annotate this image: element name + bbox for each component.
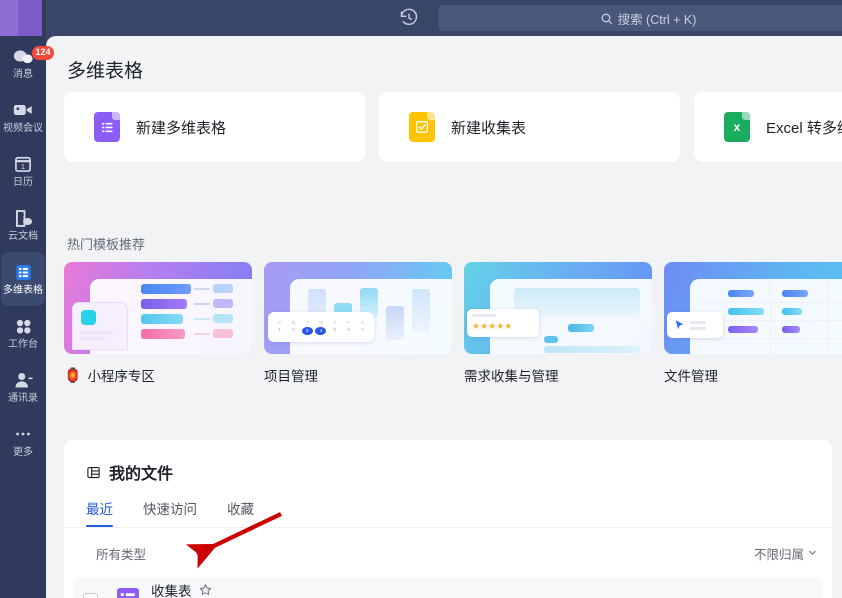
template-label: 文件管理 xyxy=(664,369,718,384)
my-files-tabs: 最近 快速访问 收藏 xyxy=(86,498,254,527)
search-placeholder: 搜索 (Ctrl + K) xyxy=(617,12,697,27)
template-name-row: 项目管理 xyxy=(264,365,452,385)
bitable-doc-icon xyxy=(94,112,120,142)
excel-to-bitable-button[interactable]: x Excel 转多维表格 xyxy=(694,92,842,162)
sidebar-item-cloud-docs[interactable]: 云文档 xyxy=(0,198,46,252)
tab-quick-access[interactable]: 快速访问 xyxy=(143,498,197,527)
main-content: 多维表格 新建多维表格 新建收集表 x Excel 转多 热门模板推荐 🏮 小程… xyxy=(46,36,842,598)
my-files-title-text: 我的文件 xyxy=(109,466,174,483)
page-title: 多维表格 xyxy=(67,61,144,82)
table-icon xyxy=(86,465,101,480)
star-rating: ★★★★★ xyxy=(472,321,513,331)
quick-actions-row: 新建多维表格 新建收集表 x Excel 转多维表格 xyxy=(64,92,842,162)
template-thumbnail: SMTWTFS 1234567 xyxy=(264,262,452,354)
rating-stars-mock: ★★★★★ xyxy=(467,309,539,337)
sidebar-item-label: 消息 xyxy=(13,69,33,80)
quick-action-label: 新建多维表格 xyxy=(136,119,227,137)
file-meta: 收集表 我的空间 xyxy=(151,580,218,598)
sidebar-item-video-meeting[interactable]: 视频会议 xyxy=(0,90,46,144)
template-card-project-mgmt[interactable]: SMTWTFS 1234567 项目管理 xyxy=(264,262,452,385)
star-outline-icon[interactable] xyxy=(199,583,212,596)
sidebar-item-bitable[interactable]: 多维表格 xyxy=(1,252,45,306)
template-card-requirements[interactable]: ★★★★★ 需求收集与管理 xyxy=(464,262,652,385)
template-label: 项目管理 xyxy=(264,369,318,384)
template-thumbnail xyxy=(664,262,842,354)
template-thumbnail xyxy=(64,262,252,354)
tab-recent[interactable]: 最近 xyxy=(86,498,113,527)
cloud-document-icon xyxy=(12,207,34,229)
tabs-divider xyxy=(64,527,832,528)
sidebar-item-label: 日历 xyxy=(13,177,33,188)
templates-row: 🏮 小程序专区 SMTWTFS 1234567 项目管理 ★★★★★ 需求收集与… xyxy=(64,262,842,385)
chat-bubbles-icon: 124 xyxy=(12,45,54,67)
workspace-grid-icon xyxy=(12,315,34,337)
svg-text:1: 1 xyxy=(21,162,25,171)
excel-doc-icon: x xyxy=(724,112,750,142)
calendar-mock: SMTWTFS 1234567 xyxy=(268,312,374,342)
sidebar-item-contacts[interactable]: 通讯录 xyxy=(0,360,46,414)
table-row[interactable]: 收集表 我的空间 xyxy=(74,578,822,598)
phone-mock xyxy=(72,302,128,350)
cursor-icon xyxy=(675,319,684,329)
new-form-button[interactable]: 新建收集表 xyxy=(379,92,680,162)
search-icon xyxy=(600,12,613,25)
sidebar: 124 消息 视频会议 1 日历 云文档 多维表格 工作台 通讯录 更多 xyxy=(0,0,54,598)
template-label: 需求收集与管理 xyxy=(464,369,559,384)
video-camera-icon xyxy=(12,99,34,121)
unread-badge: 124 xyxy=(32,46,54,60)
sidebar-item-label: 通讯录 xyxy=(8,393,38,404)
template-label: 小程序专区 xyxy=(87,369,155,384)
sidebar-item-label: 云文档 xyxy=(8,231,38,242)
tab-favorites[interactable]: 收藏 xyxy=(227,498,254,527)
bitable-icon xyxy=(12,261,34,283)
sidebar-item-calendar[interactable]: 1 日历 xyxy=(0,144,46,198)
form-doc-icon xyxy=(409,112,435,142)
template-thumbnail: ★★★★★ xyxy=(464,262,652,354)
my-files-title: 我的文件 xyxy=(86,460,173,484)
app-window: 搜索 (Ctrl + K) 124 消息 视频会议 1 日历 云文档 多维表格 … xyxy=(0,0,842,598)
new-bitable-button[interactable]: 新建多维表格 xyxy=(64,92,365,162)
app-logo xyxy=(0,0,42,36)
history-icon[interactable] xyxy=(399,8,419,28)
sidebar-item-messages[interactable]: 124 消息 xyxy=(0,36,54,90)
sidebar-item-label: 更多 xyxy=(13,447,33,458)
sidebar-nav: 124 消息 视频会议 1 日历 云文档 多维表格 工作台 通讯录 更多 xyxy=(0,36,54,468)
template-name-row: 文件管理 xyxy=(664,365,842,385)
template-name-row: 需求收集与管理 xyxy=(464,365,652,385)
top-bar: 搜索 (Ctrl + K) xyxy=(0,0,842,36)
sidebar-item-label: 多维表格 xyxy=(3,285,43,296)
filter-owner-dropdown[interactable]: 不限归属 xyxy=(754,544,818,563)
template-name-row: 🏮 小程序专区 xyxy=(64,365,252,385)
calendar-icon: 1 xyxy=(12,153,34,175)
contacts-person-icon xyxy=(12,369,34,391)
templates-section-label: 热门模板推荐 xyxy=(67,237,146,252)
lantern-icon: 🏮 xyxy=(64,366,82,383)
filter-owner-label: 不限归属 xyxy=(753,548,804,562)
quick-action-label: Excel 转多维表格 xyxy=(766,119,842,137)
sidebar-item-more[interactable]: 更多 xyxy=(0,414,46,468)
sidebar-item-label: 视频会议 xyxy=(3,123,43,134)
template-card-miniprogram[interactable]: 🏮 小程序专区 xyxy=(64,262,252,385)
sidebar-item-label: 工作台 xyxy=(8,339,38,350)
row-checkbox[interactable] xyxy=(83,592,98,598)
template-card-file-mgmt[interactable]: 文件管理 xyxy=(664,262,842,385)
filter-type-dropdown[interactable]: 所有类型 xyxy=(96,544,146,563)
quick-action-label: 新建收集表 xyxy=(451,119,527,137)
file-name: 收集表 xyxy=(151,583,192,598)
search-input[interactable]: 搜索 (Ctrl + K) xyxy=(438,5,842,31)
file-name-row: 收集表 xyxy=(151,580,218,598)
more-dots-icon xyxy=(12,423,34,445)
my-files-card: 我的文件 最近 快速访问 收藏 所有类型 不限归属 收集表 xyxy=(64,440,832,598)
sidebar-item-workspace[interactable]: 工作台 xyxy=(0,306,46,360)
cursor-mock xyxy=(667,312,723,338)
chevron-down-icon xyxy=(807,547,818,561)
bitable-file-icon xyxy=(117,587,139,598)
